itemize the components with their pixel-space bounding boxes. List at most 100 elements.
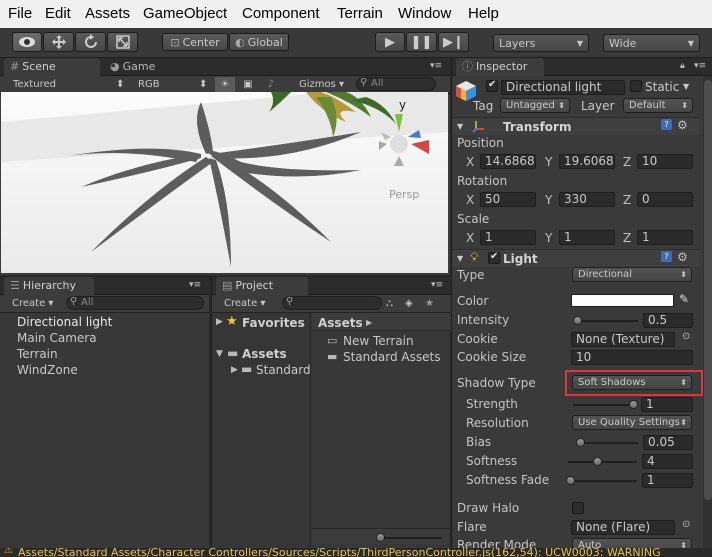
position-x-field[interactable]: 14.6868 (480, 154, 536, 169)
project-zoom-slider-track[interactable] (378, 537, 442, 539)
softness-slider-track[interactable] (568, 461, 637, 463)
softness-fade-slider-thumb[interactable] (566, 476, 575, 485)
bias-field[interactable]: 0.05 (643, 435, 693, 450)
hierarchy-item-main-camera[interactable]: Main Camera (17, 331, 97, 345)
render-mode-chevron[interactable]: ⬍ (116, 77, 124, 92)
menu-gameobject[interactable]: GameObject (143, 5, 227, 22)
scale-tool-button[interactable] (107, 32, 138, 52)
softness-fade-slider-track[interactable] (568, 480, 637, 482)
menu-terrain[interactable]: Terrain (337, 5, 383, 22)
hierarchy-create-dropdown[interactable]: Create ▾ (12, 296, 53, 311)
light-type-dropdown[interactable]: Directional ⬍ (572, 267, 692, 282)
tag-dropdown[interactable]: Untagged ⬍ (500, 98, 570, 113)
panel-menu-icon[interactable]: ▾≡ (431, 280, 443, 290)
star-icon[interactable]: ★ (425, 296, 434, 311)
rotation-z-field[interactable]: 0 (637, 192, 693, 207)
panel-menu-icon[interactable]: ▾≡ (694, 61, 706, 71)
strength-slider-track[interactable] (573, 404, 636, 406)
chevron-down-icon[interactable]: ▼ (683, 82, 689, 91)
menu-assets[interactable]: Assets (85, 5, 130, 22)
tab-project[interactable]: ▤ Project (216, 277, 308, 295)
bias-slider-thumb[interactable] (576, 438, 585, 447)
position-z-field[interactable]: 10 (637, 154, 693, 169)
help-icon[interactable]: ? (661, 119, 672, 130)
tag-icon[interactable]: ◈ (405, 296, 413, 311)
collapse-arrow-icon[interactable]: ▼ (457, 254, 463, 263)
gear-icon[interactable]: ⚙ (677, 118, 688, 132)
shadow-type-dropdown[interactable]: Soft Shadows ⬍ (572, 375, 692, 390)
menu-file[interactable]: File (8, 5, 32, 22)
audio-toggle[interactable]: ♪ (260, 77, 282, 92)
image-effects-toggle[interactable]: ▣ (238, 77, 258, 92)
tab-game[interactable]: ◕ Game (104, 58, 194, 76)
gizmos-dropdown[interactable]: Gizmos ▾ (299, 77, 344, 92)
help-icon[interactable]: ? (661, 251, 672, 262)
scale-z-field[interactable]: 1 (637, 230, 693, 245)
project-zoom-slider-thumb[interactable] (376, 533, 385, 542)
object-picker-icon[interactable]: ⊙ (682, 519, 690, 530)
intensity-slider-track[interactable] (575, 320, 638, 322)
project-search-input[interactable]: ⚲ (282, 296, 382, 310)
flare-field[interactable]: None (Flare) (571, 520, 675, 535)
lock-icon[interactable]: 🔒︎ (680, 61, 685, 71)
tab-scene[interactable]: # Scene (4, 58, 100, 76)
tab-inspector[interactable]: ⓘ Inspector (456, 58, 544, 76)
strength-field[interactable]: 1 (641, 397, 693, 412)
pause-button[interactable]: ❚❚ (406, 32, 437, 52)
position-y-field[interactable]: 19.60682 (559, 154, 615, 169)
static-checkbox[interactable] (630, 80, 642, 92)
menu-edit[interactable]: Edit (45, 5, 71, 22)
hierarchy-item-windzone[interactable]: WindZone (17, 363, 78, 377)
bias-slider-track[interactable] (576, 442, 638, 444)
asset-standard-assets[interactable]: Standard Assets (343, 350, 440, 364)
step-button[interactable]: ▶❙ (438, 32, 469, 52)
scene-search-input[interactable]: ⚲ All (356, 77, 436, 91)
menu-component[interactable]: Component (242, 5, 320, 22)
object-picker-icon[interactable]: ⊙ (682, 331, 690, 342)
draw-halo-checkbox[interactable] (572, 502, 584, 514)
object-name-field[interactable]: Directional light (501, 80, 625, 95)
pivot-center-button[interactable]: ⊡ Center (162, 33, 228, 51)
scale-y-field[interactable]: 1 (559, 230, 615, 245)
menu-help[interactable]: Help (468, 5, 499, 22)
standard-folder-label[interactable]: Standard (256, 363, 311, 377)
move-tool-button[interactable] (43, 32, 74, 52)
panel-menu-icon[interactable]: ▾≡ (189, 280, 201, 290)
layer-dropdown[interactable]: Default ⬍ (623, 98, 693, 113)
project-create-dropdown[interactable]: Create ▾ (224, 296, 265, 311)
softness-field[interactable]: 4 (642, 454, 693, 469)
scene-viewport[interactable]: y Persp (1, 92, 448, 273)
intensity-slider-thumb[interactable] (573, 316, 582, 325)
pivot-global-button[interactable]: ◐ Global (229, 33, 289, 51)
light-color-swatch[interactable] (571, 294, 674, 307)
inspector-scrollbar-thumb[interactable] (704, 80, 712, 500)
favorites-label[interactable]: Favorites (242, 316, 305, 330)
rotation-x-field[interactable]: 50 (480, 192, 536, 207)
panel-menu-icon[interactable]: ▾≡ (430, 61, 442, 71)
play-button[interactable]: ▶ (375, 32, 405, 52)
render-mode-dropdown[interactable]: Textured (13, 77, 56, 92)
collapse-arrow-icon[interactable]: ▼ (216, 349, 223, 359)
strength-slider-thumb[interactable] (629, 400, 638, 409)
asset-new-terrain[interactable]: New Terrain (343, 334, 414, 348)
menu-window[interactable]: Window (398, 5, 451, 22)
expand-arrow-icon[interactable]: ▶ (216, 317, 223, 327)
color-mode-chevron[interactable]: ⬍ (199, 77, 207, 92)
lighting-toggle[interactable]: ☀ (215, 77, 235, 92)
filter-type-icon[interactable]: ⛬ (386, 296, 393, 311)
tab-hierarchy[interactable]: ☰ Hierarchy (4, 277, 94, 295)
softness-slider-thumb[interactable] (593, 457, 602, 466)
rotation-y-field[interactable]: 330 (559, 192, 615, 207)
cookie-size-field[interactable]: 10 (571, 350, 693, 365)
light-enabled-checkbox[interactable] (488, 251, 500, 264)
resolution-dropdown[interactable]: Use Quality Settings ⬍ (572, 415, 692, 430)
inspector-scrollbar[interactable] (703, 76, 712, 557)
softness-fade-field[interactable]: 1 (642, 473, 693, 488)
collapse-arrow-icon[interactable]: ▼ (457, 122, 463, 131)
color-mode-dropdown[interactable]: RGB (138, 77, 160, 92)
scale-x-field[interactable]: 1 (480, 230, 536, 245)
breadcrumb-assets[interactable]: Assets (318, 316, 363, 330)
eyedropper-icon[interactable]: ✎ (679, 292, 689, 306)
expand-arrow-icon[interactable]: ▶ (231, 365, 238, 375)
hierarchy-search-input[interactable]: ⚲ All (66, 296, 204, 310)
